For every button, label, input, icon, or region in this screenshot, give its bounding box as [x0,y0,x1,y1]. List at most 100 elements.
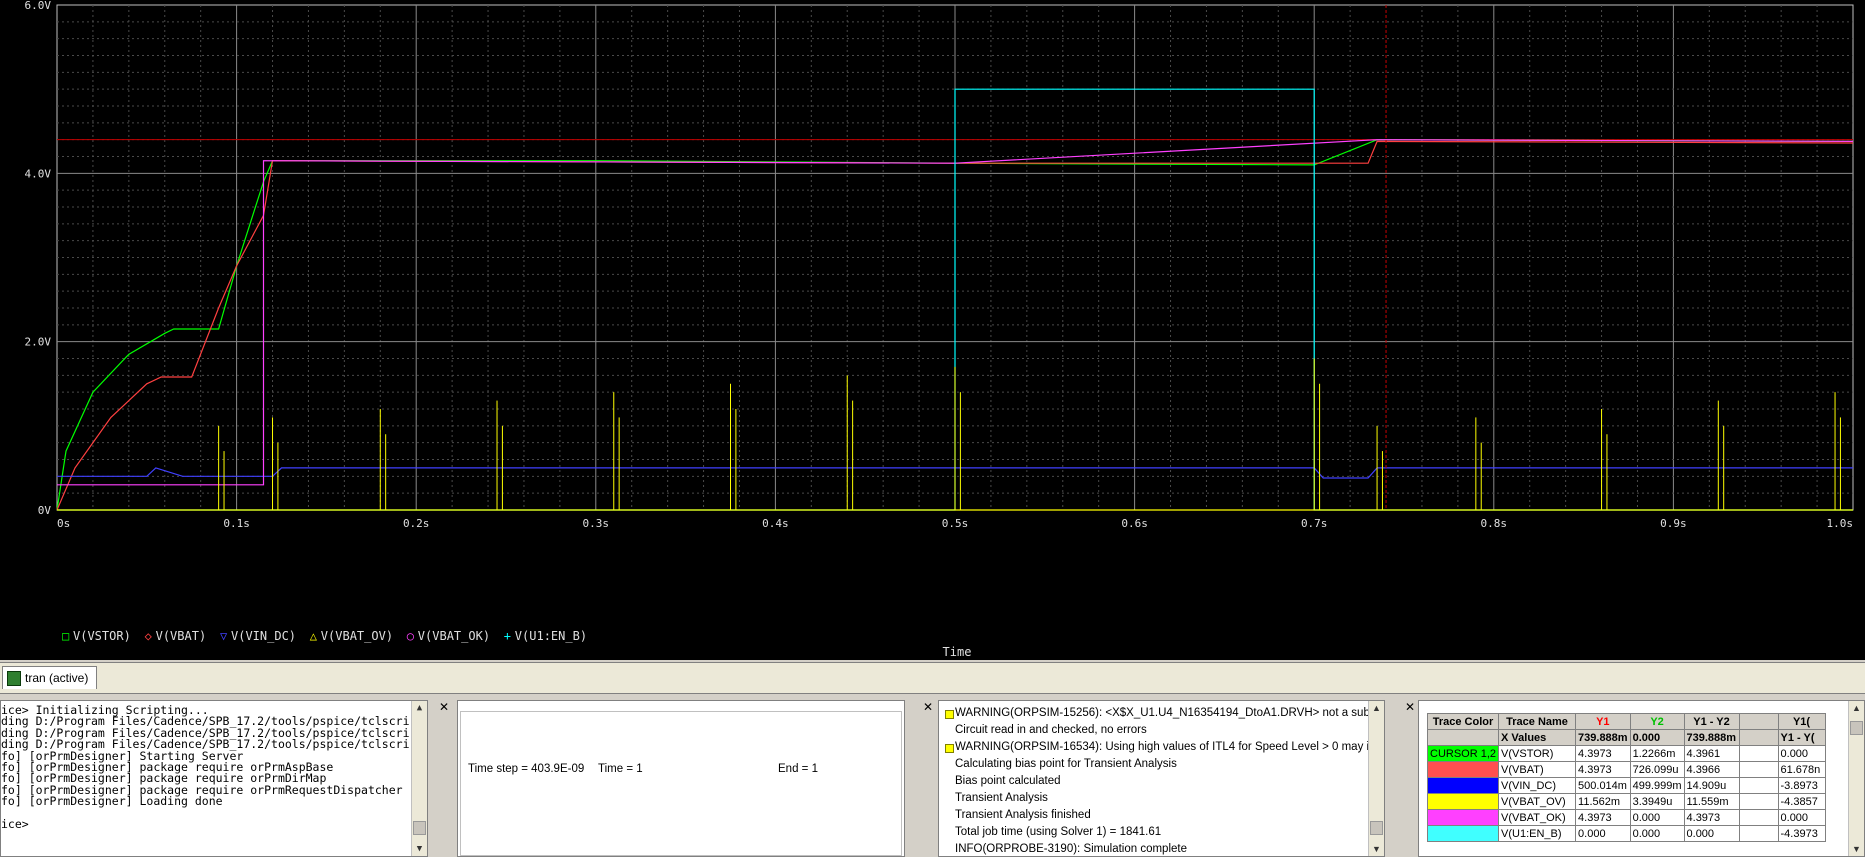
x-tick-label: 0.5s [942,517,969,530]
command-console[interactable]: ice> Initializing Scripting... ding D:/Pr… [0,700,428,857]
table-cell: -4.3857 [1777,793,1826,810]
tab-tran[interactable]: tran (active) [2,666,98,689]
table-cell: 726.099u [1629,761,1685,778]
warning-icon [945,744,954,753]
scroll-down-icon[interactable]: ▼ [1369,842,1384,856]
simulation-progress: Time step = 403.9E-09 Time = 1 End = 1 [457,700,905,857]
axis-ticks: 0V 2.0V 4.0V 6.0V 0s 0.1s 0.2s 0.3s 0.4s 0.5s 0.6s… [25,0,1854,530]
legend-label: V(VBAT_OV) [321,629,393,643]
legend-label: V(VBAT) [156,629,207,643]
table-cell: 0.000 [1777,809,1826,826]
scroll-up-icon[interactable]: ▲ [412,701,427,715]
table-cell: V(VBAT_OV) [1498,793,1577,810]
scroll-up-icon[interactable]: ▲ [1369,701,1384,715]
y-tick-label: 2.0V [25,336,52,349]
table-row[interactable]: V(VBAT_OV) 11.562m 3.3949u 11.559m -4.3857 [1426,793,1826,810]
table-row[interactable]: V(VIN_DC) 500.014m 499.999m 14.909u -3.8973 [1426,777,1826,794]
trace-color-swatch [1426,777,1500,794]
table-cell: 499.999m [1629,777,1685,794]
column-header: Trace Color [1426,713,1500,730]
trace-color-swatch [1426,793,1500,810]
table-cell: 4.3966 [1683,761,1740,778]
table-cell: 1.2266m [1629,745,1685,762]
x-tick-label: 0.2s [403,517,430,530]
x-tick-label: 0.1s [223,517,250,530]
x-tick-label: 0.6s [1121,517,1148,530]
x-tick-label: 0.9s [1660,517,1687,530]
x-values-cell: 739.888m [1683,729,1740,746]
trace-color-swatch [1426,825,1500,842]
legend-marker: ○ [407,629,414,643]
x-values-cell: 0.000 [1629,729,1685,746]
scroll-thumb[interactable] [413,821,426,835]
table-cell: 0.000 [1575,825,1631,842]
x-values-cell [1426,729,1500,746]
table-cell: 11.559m [1683,793,1740,810]
message-log[interactable]: WARNING(ORPSIM-15256): <X$X_U1.U4_N16354… [938,700,1385,857]
warning-icon [945,710,954,719]
column-header [1738,713,1779,730]
x-tick-label: 0.3s [583,517,610,530]
column-header: Y1 - Y2 [1683,713,1740,730]
table-cell: 3.3949u [1629,793,1685,810]
x-axis-label: Time [943,645,972,659]
table-cell: 500.014m [1575,777,1631,794]
log-message: Transient Analysis [955,792,1048,804]
console-line: fo] [orPrmDesigner] Loading done [1,794,223,809]
table-cell: 61.678n [1777,761,1826,778]
x-values-cell: 739.888m [1575,729,1631,746]
scroll-up-icon[interactable]: ▲ [1849,701,1864,715]
table-cell [1738,809,1779,826]
probe-cursor-table[interactable]: Trace Color Trace Name Y1 Y2 Y1 - Y2 Y1(X Val… [1418,700,1865,857]
table-cell: 0.000 [1683,825,1740,842]
legend-label: V(VBAT_OK) [418,629,490,643]
time-step: Time step = 403.9E-09 [468,763,585,775]
console-line: ice> [1,817,29,832]
vertical-scrollbar[interactable]: ▲ ▼ [411,701,427,856]
table-cell: V(VBAT) [1498,761,1577,778]
table-row[interactable]: V(VBAT) 4.3973 726.099u 4.3966 61.678n [1426,761,1826,778]
column-header: Trace Name [1498,713,1577,730]
table-cell [1738,761,1779,778]
log-message: WARNING(ORPSIM-15256): <X$X_U1.U4_N16354… [939,705,1384,722]
legend-marker: + [504,629,511,643]
cursor-values-table: Trace Color Trace Name Y1 Y2 Y1 - Y2 Y1(X Val… [1426,713,1826,842]
table-row[interactable]: CURSOR 1,2 V(VSTOR) 4.3973 1.2266m 4.3961 0.0… [1426,745,1826,762]
table-cell: 0.000 [1777,745,1826,762]
vertical-scrollbar[interactable]: ▲ ▼ [1368,701,1384,856]
x-tick-label: 0.4s [762,517,789,530]
table-row[interactable]: V(VBAT_OK) 4.3973 0.000 4.3973 0.000 [1426,809,1826,826]
trace-color-swatch: CURSOR 1,2 [1426,745,1500,762]
scroll-down-icon[interactable]: ▼ [412,842,427,856]
time-value: Time = 1 [598,763,643,775]
log-message: Bias point calculated [955,775,1061,787]
x-tick-label: 0.7s [1301,517,1328,530]
table-row[interactable]: V(U1:EN_B) 0.000 0.000 0.000 -4.3973 [1426,825,1826,842]
close-icon[interactable]: ✕ [438,700,450,714]
scroll-thumb[interactable] [1370,821,1383,835]
log-message: WARNING(ORPSIM-16534): Using high values… [939,739,1384,756]
legend-marker: ▽ [220,629,228,643]
scroll-thumb[interactable] [1850,721,1863,735]
trace-legend: □ V(VSTOR) ◇ V(VBAT) ▽ V(VIN_DC) △ V(VBAT_OV) ○ V… [62,629,587,643]
y-tick-label: 6.0V [25,0,52,12]
log-message: Total job time (using Solver 1) = 1841.6… [955,826,1162,838]
end-value: End = 1 [778,763,818,775]
y-tick-label: 0V [38,504,52,517]
waveform-plot[interactable]: 0V 2.0V 4.0V 6.0V 0s 0.1s 0.2s 0.3s 0.4s 0.5s 0.6s… [0,0,1865,660]
close-icon[interactable]: ✕ [922,700,934,714]
scroll-down-icon[interactable]: ▼ [1849,842,1864,856]
trace-color-swatch [1426,761,1500,778]
table-cell [1738,825,1779,842]
table-cell: V(VBAT_OK) [1498,809,1577,826]
table-cell [1738,793,1779,810]
x-values-cell [1738,729,1779,746]
vertical-scrollbar[interactable]: ▲ ▼ [1848,701,1864,856]
table-cell: V(VSTOR) [1498,745,1577,762]
x-values-cell: X Values [1498,729,1577,746]
close-icon[interactable]: ✕ [1404,700,1416,714]
waveform-icon [7,671,21,686]
x-values-cell: Y1 - Y( [1777,729,1826,746]
legend-label: V(VSTOR) [73,629,131,643]
column-header: Y1( [1777,713,1826,730]
